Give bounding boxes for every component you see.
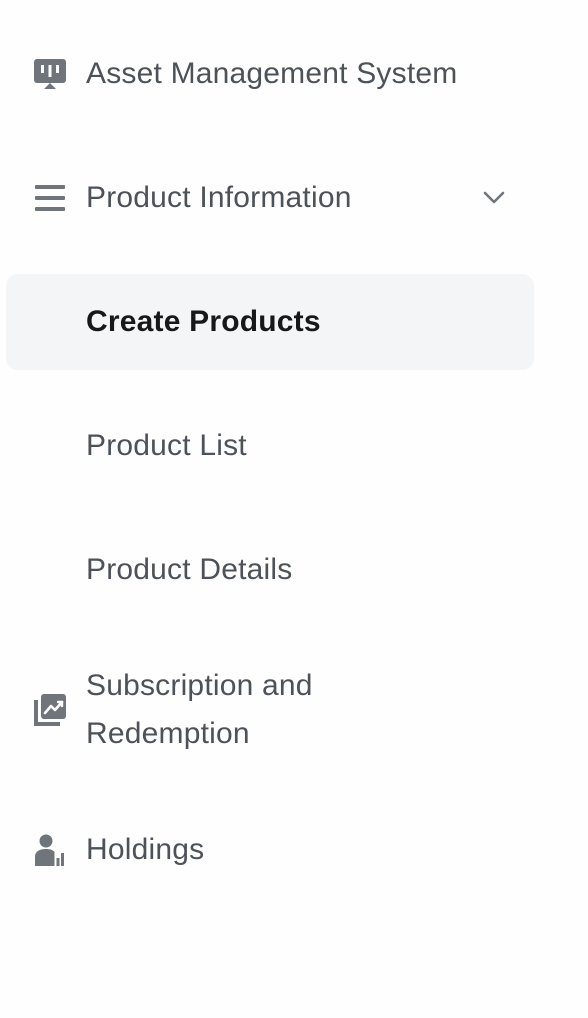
sidebar-item-label: Create Products <box>86 305 321 338</box>
sidebar-nav: Asset Management System Product Informat… <box>0 0 588 1018</box>
sidebar-item-label: Product List <box>86 429 247 462</box>
sidebar-item-asset-management[interactable]: Asset Management System <box>6 26 534 122</box>
sidebar-item-label: Asset Management System <box>86 57 458 90</box>
person-chart-icon <box>34 834 66 866</box>
sidebar-item-product-information[interactable]: Product Information <box>6 150 534 246</box>
list-icon <box>34 182 66 214</box>
sidebar-item-label: Product Details <box>86 553 293 586</box>
sidebar-item-label: Product Information <box>86 181 352 214</box>
sidebar-item-label: Subscription and Redemption <box>86 669 313 750</box>
sidebar-item-product-list[interactable]: Product List <box>6 398 534 494</box>
dashboard-icon <box>34 58 66 90</box>
chevron-down-icon[interactable] <box>480 184 508 212</box>
chart-icon <box>34 694 66 726</box>
sidebar-item-holdings[interactable]: Holdings <box>6 802 534 898</box>
sidebar-item-subscription-redemption[interactable]: Subscription and Redemption <box>6 646 534 774</box>
sidebar-item-create-products[interactable]: Create Products <box>6 274 534 370</box>
sidebar-item-product-details[interactable]: Product Details <box>6 522 534 618</box>
sidebar-item-label: Holdings <box>86 833 205 866</box>
